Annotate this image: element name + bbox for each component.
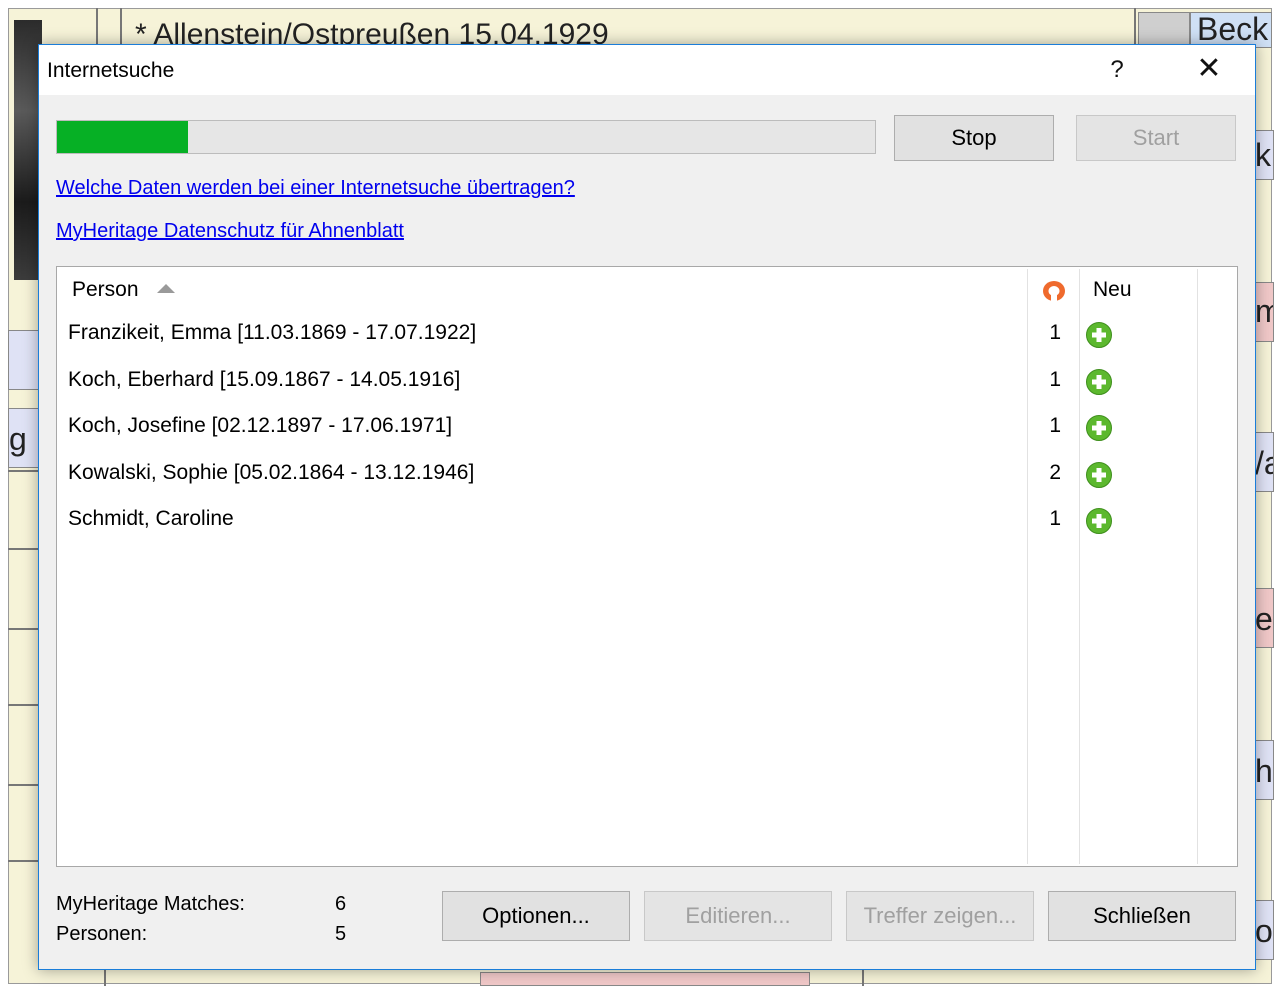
dialog-titlebar[interactable]: Internetsuche ? ✕ [39,45,1255,95]
background-divider [8,628,40,630]
background-divider [8,784,40,786]
background-fragment: m [1254,282,1274,342]
search-progress-bar [56,120,876,154]
myheritage-icon[interactable] [1041,279,1067,303]
add-icon[interactable] [1085,461,1113,489]
background-fragment: k [1254,130,1274,180]
background-cell-beck: Beck [1190,12,1272,48]
close-window-button[interactable]: ✕ [1179,45,1239,95]
background-divider [96,8,98,48]
internet-search-dialog: Internetsuche ? ✕ Stop Start Welche Date… [38,44,1256,970]
list-item[interactable]: Schmidt, Caroline 1 [57,497,1235,543]
background-divider [1134,8,1136,48]
background-cell [8,330,40,390]
list-item[interactable]: Franzikeit, Emma [11.03.1869 - 17.07.192… [57,311,1235,357]
person-name: Kowalski, Sophie [05.02.1864 - 13.12.194… [68,460,475,484]
person-name: Schmidt, Caroline [68,507,234,530]
matches-value: 6 [335,893,347,915]
list-item[interactable]: Kowalski, Sophie [05.02.1864 - 13.12.194… [57,451,1235,497]
results-list[interactable]: Person Neu Franzikeit, Emma [11.03.1869 … [56,266,1238,867]
persons-value: 5 [335,923,347,945]
background-divider [8,548,40,550]
close-button[interactable]: Schließen [1048,891,1236,941]
dialog-title: Internetsuche [47,59,175,82]
background-cell [480,972,810,986]
options-button[interactable]: Optionen... [442,891,630,941]
background-fragment: /a [1254,432,1274,492]
column-header-person[interactable]: Person [72,278,175,302]
sort-ascending-icon [156,283,175,293]
add-icon[interactable] [1085,321,1113,349]
data-transfer-info-link[interactable]: Welche Daten werden bei einer Internetsu… [56,177,575,200]
background-divider [8,704,40,706]
match-count: 1 [1049,367,1061,391]
column-header-person-label: Person [72,278,139,301]
match-count: 1 [1049,507,1061,530]
match-count: 1 [1049,321,1061,344]
list-item[interactable]: Koch, Josefine [02.12.1897 - 17.06.1971]… [57,404,1235,450]
background-fragment: g [8,408,40,468]
stop-button[interactable]: Stop [894,115,1054,161]
background-fragment: o [1254,900,1274,960]
background-divider [8,860,40,862]
list-item[interactable]: Koch, Eberhard [15.09.1867 - 14.05.1916]… [57,358,1235,404]
help-button[interactable]: ? [1087,45,1147,95]
person-name: Koch, Josefine [02.12.1897 - 17.06.1971] [68,414,453,437]
person-name: Koch, Eberhard [15.09.1867 - 14.05.1916] [68,367,461,391]
column-header-new[interactable]: Neu [1093,278,1132,302]
matches-label: MyHeritage Matches: [56,893,245,915]
person-name: Franzikeit, Emma [11.03.1869 - 17.07.192… [68,321,477,344]
edit-button[interactable]: Editieren... [644,891,832,941]
background-divider [120,8,122,48]
privacy-link[interactable]: MyHeritage Datenschutz für Ahnenblatt [56,220,404,243]
match-count: 1 [1049,414,1061,437]
add-icon[interactable] [1085,507,1113,535]
start-button[interactable]: Start [1076,115,1236,161]
add-icon[interactable] [1085,414,1113,442]
persons-label: Personen: [56,923,148,945]
background-fragment: h [1254,740,1274,800]
background-divider [8,470,40,472]
background-cell [1138,12,1190,48]
progress-fill [57,121,188,153]
background-fragment: er [1254,588,1274,648]
add-icon[interactable] [1085,368,1113,396]
match-count: 2 [1049,460,1061,484]
show-hits-button[interactable]: Treffer zeigen... [846,891,1034,941]
